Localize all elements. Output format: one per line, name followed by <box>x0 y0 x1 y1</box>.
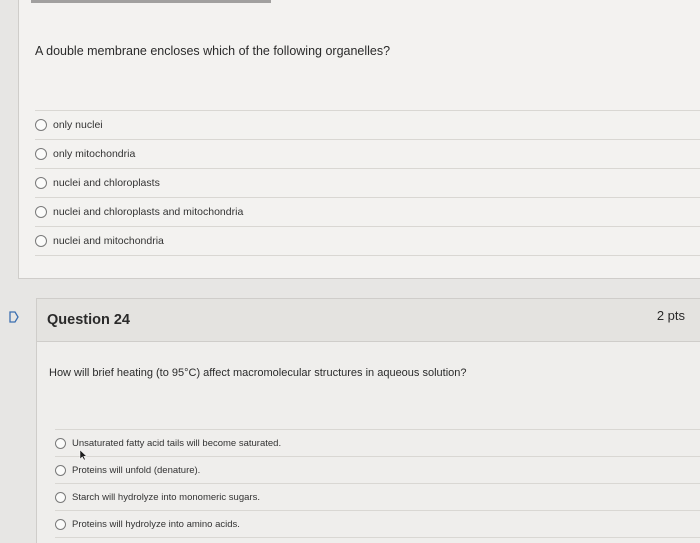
quiz-page: A double membrane encloses which of the … <box>0 0 700 543</box>
answer-label: nuclei and mitochondria <box>53 235 164 247</box>
flag-icon[interactable] <box>9 311 19 323</box>
radio-button[interactable] <box>55 464 66 476</box>
question-24-text: How will brief heating (to 95°C) affect … <box>49 367 467 379</box>
mouse-cursor-icon <box>79 449 87 461</box>
question-24-answers: Unsaturated fatty acid tails will become… <box>55 429 700 538</box>
answer-option[interactable]: nuclei and mitochondria <box>35 226 700 256</box>
answer-option[interactable]: Proteins will unfold (denature). <box>55 456 700 483</box>
radio-button[interactable] <box>35 148 47 160</box>
radio-button[interactable] <box>55 518 66 530</box>
radio-button[interactable] <box>35 119 47 131</box>
answer-option[interactable]: Unsaturated fatty acid tails will become… <box>55 429 700 456</box>
radio-button[interactable] <box>35 206 47 218</box>
answer-option[interactable]: Proteins will hydrolyze into amino acids… <box>55 510 700 538</box>
answer-option[interactable]: nuclei and chloroplasts and mitochondria <box>35 197 700 226</box>
radio-button[interactable] <box>55 491 66 503</box>
answer-label: Unsaturated fatty acid tails will become… <box>72 437 282 449</box>
answer-label: nuclei and chloroplasts and mitochondria <box>53 206 244 218</box>
answer-option[interactable]: Starch will hydrolyze into monomeric sug… <box>55 483 700 510</box>
question-24-card: Question 24 2 pts How will brief heating… <box>36 298 700 543</box>
question-points: 2 pts <box>656 308 685 323</box>
answer-label: Proteins will hydrolyze into amino acids… <box>72 518 240 530</box>
answer-label: nuclei and chloroplasts <box>53 177 160 189</box>
answer-label: only mitochondria <box>53 148 136 160</box>
answer-option[interactable]: only mitochondria <box>35 139 700 168</box>
answer-option[interactable]: only nuclei <box>35 110 700 139</box>
answer-label: Starch will hydrolyze into monomeric sug… <box>72 491 260 503</box>
question-23-text: A double membrane encloses which of the … <box>35 44 391 58</box>
question-title: Question 24 <box>47 312 130 328</box>
question-23-card: A double membrane encloses which of the … <box>18 0 700 279</box>
question-header: Question 24 2 pts <box>37 299 700 342</box>
radio-button[interactable] <box>55 437 66 449</box>
radio-button[interactable] <box>35 177 47 189</box>
question-23-answers: only nuclei only mitochondria nuclei and… <box>35 110 700 256</box>
answer-label: only nuclei <box>53 119 103 131</box>
card-top-edge <box>31 0 271 3</box>
answer-label: Proteins will unfold (denature). <box>72 464 201 476</box>
radio-button[interactable] <box>35 235 47 247</box>
answer-option[interactable]: nuclei and chloroplasts <box>35 168 700 197</box>
